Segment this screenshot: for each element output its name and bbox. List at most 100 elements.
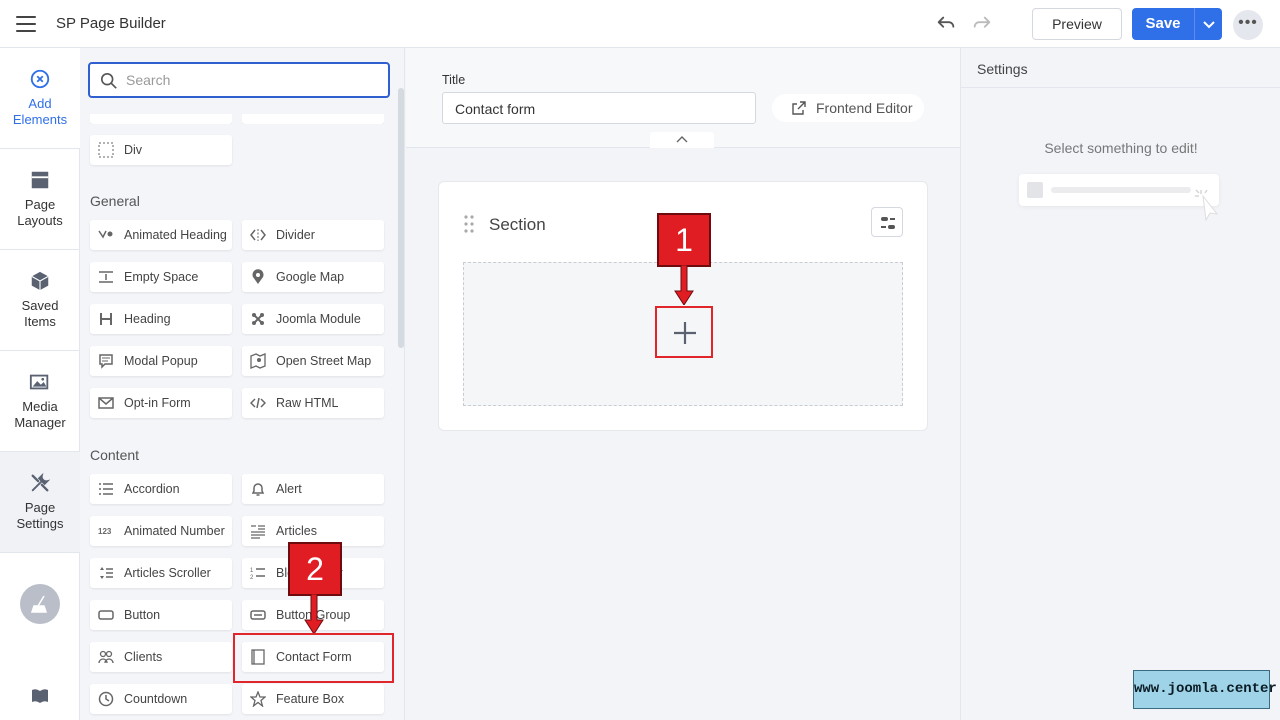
watermark: www.joomla.center [1133,670,1277,709]
title-label: Title [442,73,466,87]
section-settings-button[interactable] [871,207,903,237]
search-box[interactable] [88,62,390,98]
dashed-square-icon [98,142,114,158]
sidebar-item-label: Add Elements [12,96,68,127]
settings-panel: Settings Select something to edit! [960,48,1280,720]
close-circle-icon [30,69,50,89]
step-1-badge: 1 [657,213,711,267]
settings-sliders-icon [881,217,895,229]
addon-open-street-map[interactable]: Open Street Map [242,346,384,376]
button-group-icon [250,610,266,620]
sidebar-item-saved-items[interactable]: Saved Items [0,250,80,351]
animated-heading-icon [98,230,113,239]
drag-handle-icon[interactable] [463,214,475,234]
wrench-icon [31,472,51,492]
addon-card-partial[interactable] [90,114,232,124]
top-bar: SP Page Builder Preview Save ••• [0,0,1280,48]
layout-icon [31,171,49,189]
undo-icon[interactable] [935,13,957,35]
add-addon-button[interactable] [655,306,713,358]
step-2-badge: 2 [288,542,342,596]
settings-title: Settings [977,61,1028,77]
addon-divider[interactable]: Divider [242,220,384,250]
addon-modal-popup[interactable]: Modal Popup [90,346,232,376]
articles-icon [251,525,265,539]
popup-icon [99,354,113,369]
addon-alert[interactable]: Alert [242,474,384,504]
step-1-arrow-icon [674,265,694,305]
addon-opt-in-form[interactable]: Opt-in Form [90,388,232,418]
group-title-general: General [90,193,140,209]
sidebar-item-add-elements[interactable]: Add Elements [0,48,80,149]
addon-feature-box[interactable]: Feature Box [242,684,384,714]
preview-button[interactable]: Preview [1032,8,1122,40]
sidebar-item-label: Page Settings [16,500,64,531]
frontend-editor-button[interactable]: Frontend Editor [772,94,924,122]
hamburger-menu-icon[interactable] [16,16,36,32]
search-input[interactable] [126,70,376,90]
collapse-header-button[interactable] [650,132,714,148]
settings-header: Settings [961,48,1280,88]
broom-button[interactable] [20,584,60,624]
addon-button[interactable]: Button [90,600,232,630]
save-options-button[interactable] [1194,8,1222,40]
builder-canvas: Title Contact form Frontend Editor Secti… [406,48,960,720]
sidebar-item-page-layouts[interactable]: Page Layouts [0,149,80,250]
number-icon: 123 [98,527,112,536]
addon-articles-scroller[interactable]: Articles Scroller [90,558,232,588]
star-icon [250,691,266,707]
title-input[interactable]: Contact form [442,92,756,124]
svg-text:123: 123 [98,527,112,536]
sidebar-item-page-settings[interactable]: Page Settings [0,452,80,553]
clients-icon [98,650,114,664]
placeholder-illustration [1019,174,1219,206]
addon-joomla-module[interactable]: Joomla Module [242,304,384,334]
divider-icon [250,229,266,241]
street-map-icon [250,353,266,369]
envelope-icon [98,397,114,409]
cursor-click-icon [1195,189,1219,222]
page-title-area: Title Contact form Frontend Editor [406,48,960,148]
broom-icon [30,595,48,613]
addon-accordion[interactable]: Accordion [90,474,232,504]
addons-scrollbar[interactable] [398,88,404,348]
media-icon [29,374,49,390]
addon-heading[interactable]: Heading [90,304,232,334]
sidebar-item-media-manager[interactable]: Media Manager [0,351,80,452]
button-icon [98,610,114,620]
svg-text:1: 1 [250,568,254,574]
book-icon[interactable] [31,688,49,704]
sidebar-item-label: Page Layouts [17,197,63,228]
addons-panel: Div General Animated Heading Divider Emp… [80,48,405,720]
addon-animated-heading[interactable]: Animated Heading [90,220,232,250]
plus-icon [674,322,696,344]
addon-google-map[interactable]: Google Map [242,262,384,292]
more-options-button[interactable]: ••• [1233,10,1263,40]
sidebar-item-label: Media Manager [14,399,66,430]
addon-card-partial[interactable] [242,114,384,124]
save-button[interactable]: Save [1132,8,1194,40]
group-title-content: Content [90,447,140,463]
sidebar-item-label: Saved Items [21,298,59,329]
joomla-icon [252,313,264,325]
addon-div[interactable]: Div [90,135,232,165]
code-icon [250,397,266,409]
chevron-up-icon [676,136,688,143]
step-2-arrow-icon [304,594,324,634]
map-pin-icon [252,269,264,284]
box-icon [31,271,49,291]
scroller-icon [100,567,113,579]
app-title: SP Page Builder [56,15,166,32]
clock-icon [98,691,114,707]
redo-icon[interactable] [971,13,993,35]
addon-animated-number[interactable]: 123 Animated Number [90,516,232,546]
addon-raw-html[interactable]: Raw HTML [242,388,384,418]
addon-countdown[interactable]: Countdown [90,684,232,714]
empty-space-icon [99,271,113,283]
addon-clients[interactable]: Clients [90,642,232,672]
search-icon [100,72,117,89]
addon-empty-space[interactable]: Empty Space [90,262,232,292]
chevron-down-icon [1203,21,1215,29]
section-title: Section [489,215,546,234]
contact-form-highlight [233,633,394,683]
